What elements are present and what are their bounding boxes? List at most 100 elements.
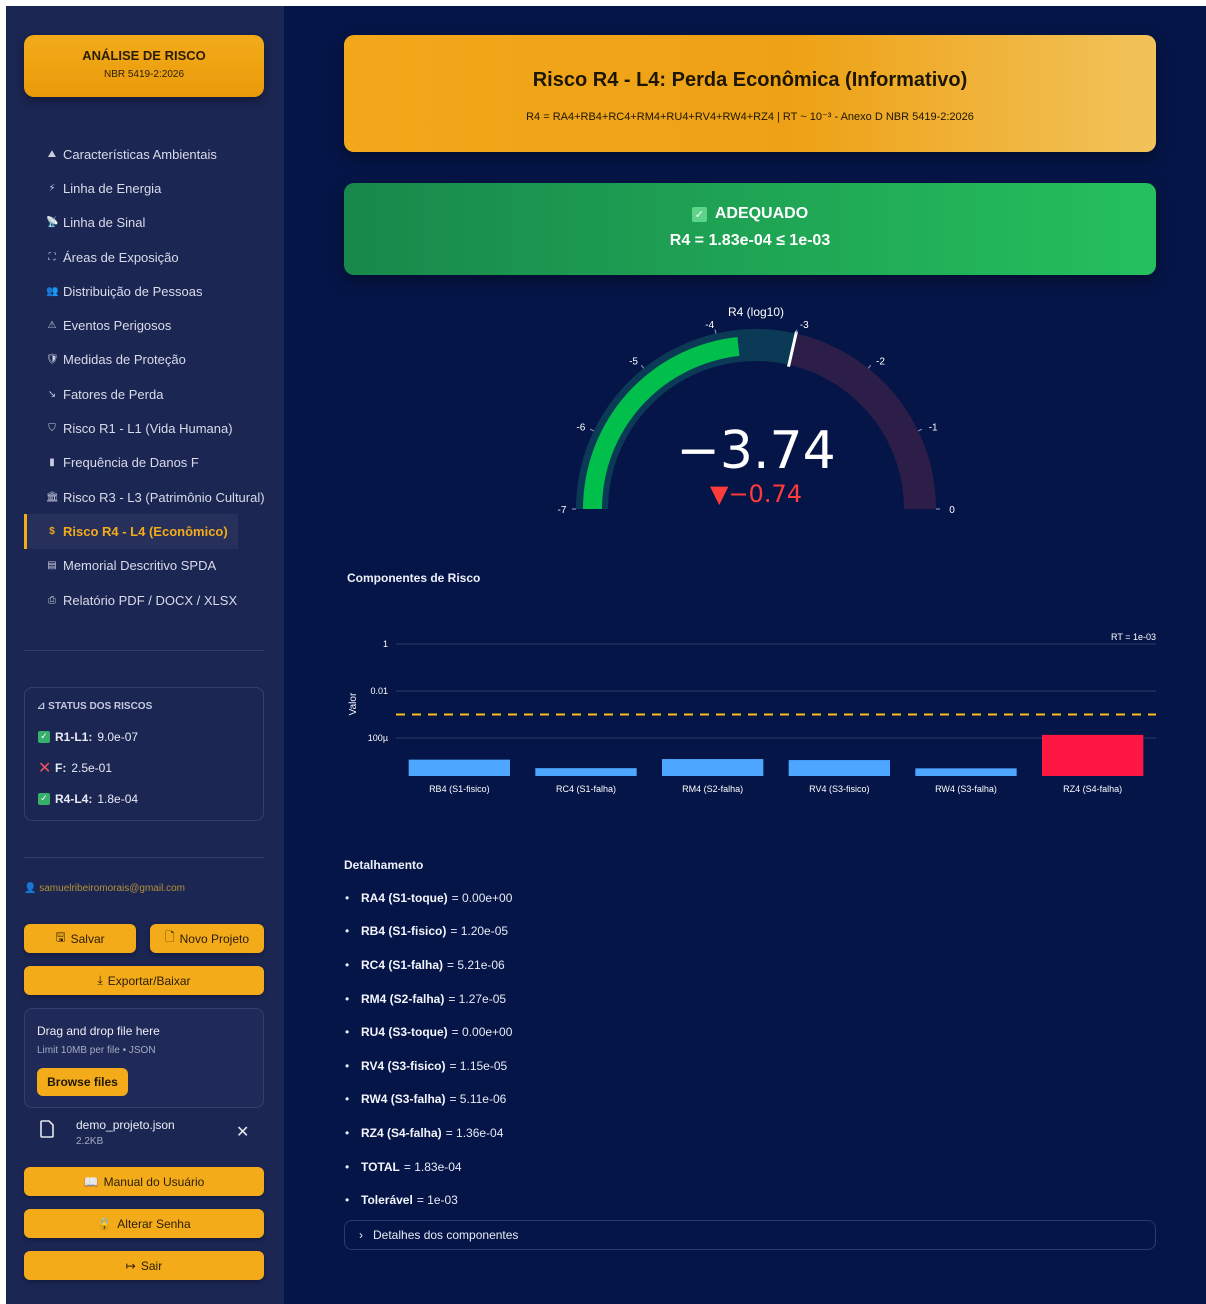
status-row: ✓ R4-L4: 1.8e-04 bbox=[38, 783, 263, 814]
detail-value: = 1.27e-05 bbox=[448, 991, 507, 1006]
export-button[interactable]: ⤓ Exportar/Baixar bbox=[24, 966, 264, 995]
detail-label: RW4 (S3-falha) bbox=[361, 1092, 446, 1107]
threshold-label: RT = 1e-03 bbox=[1111, 632, 1156, 642]
sidebar-item[interactable]: 🛡 Medidas de Proteção bbox=[24, 343, 284, 377]
sidebar-item[interactable]: 📡 Linha de Sinal bbox=[24, 206, 284, 240]
nav-icon: 👥 bbox=[46, 285, 59, 297]
logout-button[interactable]: ↦ Sair bbox=[24, 1251, 264, 1280]
user-icon: 👤 bbox=[24, 883, 37, 894]
bullet-icon: • bbox=[345, 1193, 350, 1208]
sidebar-item[interactable]: ▤ Memorial Descritivo SPDA bbox=[24, 549, 284, 583]
bar[interactable] bbox=[662, 759, 764, 776]
save-icon: 🖫 bbox=[55, 930, 66, 944]
sidebar-item[interactable]: 👥 Distribuição de Pessoas bbox=[24, 274, 284, 308]
page-header: Risco R4 - L4: Perda Econômica (Informat… bbox=[344, 35, 1156, 152]
sidebar-item[interactable]: ⛉ Risco R1 - L1 (Vida Humana) bbox=[24, 411, 284, 445]
sidebar-item[interactable]: ▮ Frequência de Danos F bbox=[24, 446, 284, 480]
sidebar-item-label: Medidas de Proteção bbox=[63, 352, 186, 368]
detail-list: • RA4 (S1-toque) = 0.00e+00 • RB4 (S1-fisico… bbox=[344, 881, 1156, 1217]
sidebar-item-label: Frequência de Danos F bbox=[63, 455, 199, 471]
list-item: • RM4 (S2-falha) = 1.27e-05 bbox=[344, 982, 1156, 1016]
sidebar-item[interactable]: ↘ Fatores de Perda bbox=[24, 377, 284, 411]
detail-value: = 1.15e-05 bbox=[449, 1058, 508, 1073]
bar[interactable] bbox=[788, 760, 890, 776]
sidebar-item-label: Distribuição de Pessoas bbox=[63, 283, 203, 299]
bullet-icon: • bbox=[345, 957, 350, 972]
gauge-tick bbox=[640, 364, 645, 369]
detail-label: RB4 (S1-fisico) bbox=[361, 924, 447, 939]
file-uploader[interactable]: Drag and drop file here Limit 10MB per f… bbox=[24, 1008, 264, 1108]
status-row: ✕ F: 2.5e-01 bbox=[38, 752, 263, 783]
gauge-tick bbox=[917, 428, 922, 432]
sidebar-item[interactable]: 🏛 Risco R3 - L3 (Patrimônio Cultural) bbox=[24, 480, 284, 514]
bullet-icon: • bbox=[345, 1058, 350, 1073]
y-tick-label: 100µ bbox=[368, 733, 388, 743]
status-value: 9.0e-07 bbox=[97, 729, 139, 744]
nav-icon: ▤ bbox=[47, 560, 57, 572]
expander-label: Detalhes dos componentes bbox=[373, 1228, 519, 1242]
browse-files-button[interactable]: Browse files bbox=[37, 1068, 128, 1096]
bar[interactable] bbox=[1042, 734, 1144, 776]
book-icon: 📖 bbox=[83, 1174, 99, 1189]
sidebar-item[interactable]: ⛶ Áreas de Exposição bbox=[24, 240, 284, 274]
bar[interactable] bbox=[915, 768, 1017, 776]
status-value: 1.8e-04 bbox=[97, 791, 139, 806]
file-size: 2.2KB bbox=[76, 1136, 104, 1147]
detail-label: RM4 (S2-falha) bbox=[361, 991, 445, 1006]
save-button[interactable]: 🖫 Salvar bbox=[24, 924, 136, 953]
uploaded-file: demo_projeto.json 2.2KB ✕ bbox=[24, 1116, 264, 1156]
sidebar-item-label: Fatores de Perda bbox=[63, 386, 164, 402]
new-project-button[interactable]: 🗋 Novo Projeto bbox=[150, 924, 264, 953]
sidebar-item[interactable]: ⎙ Relatório PDF / DOCX / XLSX bbox=[24, 583, 284, 617]
sidebar-item-label: Linha de Energia bbox=[63, 180, 162, 196]
gauge-tick bbox=[590, 428, 595, 432]
brand-card: ANÁLISE DE RISCO NBR 5419-2:2026 bbox=[24, 35, 264, 97]
list-item: • Tolerável = 1e-03 bbox=[344, 1183, 1156, 1217]
result-card: ✓ ADEQUADO R4 = 1.83e-04 ≤ 1e-03 bbox=[344, 183, 1156, 275]
risk-status-panel: ⊿ STATUS DOS RISCOS ✓ R1-L1: 9.0e-07 ✕ F: 2.5… bbox=[24, 687, 264, 821]
detail-label: RC4 (S1-falha) bbox=[361, 957, 444, 972]
brand-title: ANÁLISE DE RISCO bbox=[82, 48, 206, 63]
change-password-button[interactable]: 🔒 Alterar Senha bbox=[24, 1209, 264, 1238]
gauge-tick-label: -4 bbox=[705, 320, 714, 331]
gauge-title: R4 (log10) bbox=[728, 305, 784, 319]
uploader-title: Drag and drop file here bbox=[37, 1024, 160, 1038]
remove-file-icon[interactable]: ✕ bbox=[236, 1122, 249, 1142]
new-file-icon: 🗋 bbox=[164, 930, 175, 944]
nav-icon: 🏛 bbox=[46, 491, 59, 503]
status-value: 2.5e-01 bbox=[71, 760, 113, 775]
sidebar-item-label: Risco R1 - L1 (Vida Humana) bbox=[63, 421, 233, 437]
gauge-value: −3.74 bbox=[676, 421, 835, 481]
bullet-icon: • bbox=[345, 991, 350, 1006]
logout-icon: ↦ bbox=[125, 1258, 136, 1273]
status-label: R4-L4: bbox=[55, 791, 93, 806]
bar[interactable] bbox=[408, 759, 510, 776]
nav-icon: ↘ bbox=[47, 388, 57, 400]
status-label: R1-L1: bbox=[55, 729, 93, 744]
y-axis-label: Valor bbox=[348, 692, 359, 715]
detail-label: RU4 (S3-toque) bbox=[361, 1025, 448, 1040]
gauge-tick-label: -2 bbox=[876, 356, 885, 367]
sidebar-item-label: Eventos Perigosos bbox=[63, 318, 172, 334]
sidebar-item[interactable]: ⚡ Linha de Energia bbox=[24, 171, 284, 205]
check-icon: ✓ bbox=[38, 792, 50, 805]
list-item: • TOTAL = 1.83e-04 bbox=[344, 1150, 1156, 1184]
sidebar-item-label: Características Ambientais bbox=[63, 146, 217, 162]
manual-button[interactable]: 📖 Manual do Usuário bbox=[24, 1167, 264, 1196]
nav-icon: ⛰ bbox=[47, 148, 57, 160]
x-tick-label: RZ4 (S4-falha) bbox=[1063, 784, 1122, 794]
x-tick-label: RC4 (S1-falha) bbox=[556, 784, 616, 794]
bullet-icon: • bbox=[345, 1025, 350, 1040]
components-details-expander[interactable]: › Detalhes dos componentes bbox=[344, 1220, 1156, 1250]
sidebar-item-label: Relatório PDF / DOCX / XLSX bbox=[63, 592, 238, 608]
sidebar-item[interactable]: ⛰ Características Ambientais bbox=[24, 137, 284, 171]
sidebar-item[interactable]: ⚠ Eventos Perigosos bbox=[24, 308, 284, 342]
sidebar-item[interactable]: $ Risco R4 - L4 (Econômico) bbox=[24, 514, 238, 549]
risk-components-chart: 1 0.01 100µ Valor RT = 1e-03 RB4 (S1-fisico) R… bbox=[348, 632, 1156, 794]
bar[interactable] bbox=[535, 768, 637, 776]
divider bbox=[24, 650, 264, 651]
detail-value: = 5.11e-06 bbox=[449, 1092, 507, 1107]
page-title: Risco R4 - L4: Perda Econômica (Informat… bbox=[532, 69, 968, 91]
divider bbox=[24, 857, 264, 858]
chart-icon: ⊿ bbox=[37, 701, 46, 712]
